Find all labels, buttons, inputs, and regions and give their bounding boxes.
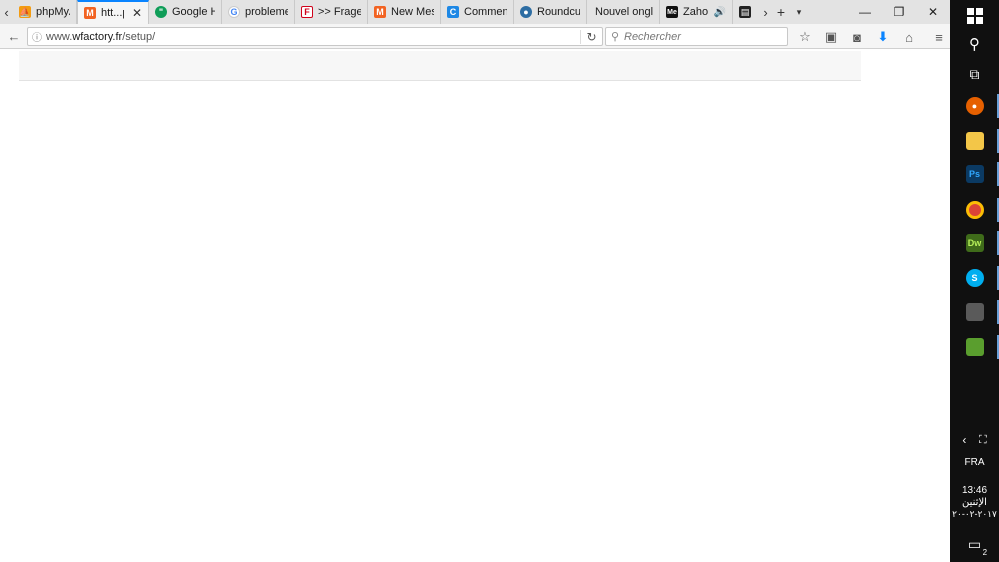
tab-comment[interactable]: C Commen... xyxy=(441,0,514,24)
bookmark-star-icon[interactable]: ☆ xyxy=(792,26,818,48)
network-icon[interactable]: ⛶ xyxy=(979,434,987,447)
tab-strip-spacer xyxy=(808,0,848,24)
zaho-icon: Me xyxy=(666,6,678,18)
browser-window: ‹ ⛵ phpMyA... M htt...p/ ✕ " Google H...… xyxy=(0,0,950,562)
magento-icon: M xyxy=(374,6,386,18)
desktop-screen: ‹ ⛵ phpMyA... M htt...p/ ✕ " Google H...… xyxy=(0,0,999,562)
speaker-icon[interactable]: 🔊 xyxy=(714,7,726,18)
tab-title: >> Frage... xyxy=(318,6,361,18)
notification-icon: ▭ 2 xyxy=(967,535,988,557)
menu-hamburger-icon[interactable]: ≡ xyxy=(926,26,952,48)
skype-icon: S xyxy=(965,269,984,287)
taskbar-app-photoshop[interactable]: Ps xyxy=(950,158,999,190)
clock-time[interactable]: 13:46 xyxy=(950,485,999,496)
taskbar-app-file-explorer[interactable] xyxy=(950,125,999,157)
tab-bookmark[interactable]: ▤ [ xyxy=(733,0,759,24)
tab-title: probleme... xyxy=(245,6,288,18)
tab-zaho[interactable]: Me Zaho ... 🔊 xyxy=(660,0,733,24)
info-icon[interactable]: ⓘ xyxy=(28,29,46,44)
show-hidden-icons-chevron-icon[interactable]: ‹ xyxy=(962,433,966,447)
tab-roundcube[interactable]: ● Roundcu... xyxy=(514,0,587,24)
bookmarks-menu-icon[interactable]: ▣ xyxy=(818,26,844,48)
tab-title: Nouvel onglet xyxy=(595,6,653,18)
taskbar-app-firefox[interactable]: ● xyxy=(950,90,999,122)
page-content xyxy=(0,49,950,562)
phpmyadmin-icon: ⛵ xyxy=(19,6,31,18)
tab-scroll-right-button[interactable]: › xyxy=(759,0,772,24)
frage-icon: F xyxy=(301,6,313,18)
url-text[interactable]: www.wfactory.fr/setup/ xyxy=(46,31,580,43)
roundcube-icon: ● xyxy=(520,6,532,18)
tab-title: Google H... xyxy=(172,6,215,18)
dreamweaver-icon: Dw xyxy=(965,234,984,252)
downloads-icon[interactable]: ⬇ xyxy=(870,26,896,48)
navigation-bar: ← ⓘ www.wfactory.fr/setup/ ↻ ⚲ Recherche… xyxy=(0,24,950,49)
tab-strip: ‹ ⛵ phpMyA... M htt...p/ ✕ " Google H...… xyxy=(0,0,950,24)
clock-day[interactable]: الإثنين xyxy=(950,497,999,508)
tab-phpmyadmin[interactable]: ⛵ phpMyA... xyxy=(13,0,77,24)
address-bar[interactable]: ⓘ www.wfactory.fr/setup/ ↻ xyxy=(27,27,603,46)
clock-date[interactable]: ٢٠١٧-٠٢-٢٠ xyxy=(950,509,999,520)
pocket-icon[interactable]: ◙ xyxy=(844,26,870,48)
action-center-button[interactable]: ▭ 2 xyxy=(950,528,999,560)
taskbar-app-tool[interactable] xyxy=(950,296,999,328)
taskbar-app-chrome[interactable] xyxy=(950,194,999,226)
toolbar-buttons: ☆ ▣ ◙ ⬇ ⌂ ≡ xyxy=(792,26,952,47)
restore-icon[interactable]: ❐ xyxy=(882,0,916,24)
back-arrow-icon[interactable]: ← xyxy=(3,25,25,47)
tab-title: phpMyA... xyxy=(36,6,70,18)
tab-title: New Mes... xyxy=(391,6,434,18)
close-tab-icon[interactable]: ✕ xyxy=(132,6,142,20)
tab-title: htt...p/ xyxy=(101,7,124,19)
system-tray: ‹ ⛶ xyxy=(950,425,999,455)
task-view-icon[interactable]: ⧉ xyxy=(950,58,999,90)
input-language[interactable]: FRA xyxy=(950,457,999,468)
page-header-strip xyxy=(19,51,861,81)
tab-title: Zaho ... xyxy=(683,6,708,18)
home-icon[interactable]: ⌂ xyxy=(896,26,922,48)
google-hangouts-icon: " xyxy=(155,6,167,18)
minimize-icon[interactable]: — xyxy=(848,0,882,24)
tab-title: Roundcu... xyxy=(537,6,580,18)
tool-icon xyxy=(965,303,984,321)
url-host: wfactory.fr xyxy=(72,30,123,43)
taskbar-app-skype[interactable]: S xyxy=(950,262,999,294)
tab-setup[interactable]: M htt...p/ ✕ xyxy=(77,0,149,24)
search-placeholder: Rechercher xyxy=(624,30,681,43)
reload-icon[interactable]: ↻ xyxy=(580,29,602,44)
chrome-icon xyxy=(965,201,984,219)
search-bar[interactable]: ⚲ Rechercher xyxy=(605,27,788,46)
taskbar-app-dreamweaver[interactable]: Dw xyxy=(950,227,999,259)
url-path: /setup/ xyxy=(122,30,156,43)
magento-icon: M xyxy=(84,7,96,19)
tab-new-tab[interactable]: Nouvel onglet xyxy=(587,0,660,24)
tab-frage[interactable]: F >> Frage... xyxy=(295,0,368,24)
close-window-icon[interactable]: ✕ xyxy=(916,0,950,24)
tab-new-message[interactable]: M New Mes... xyxy=(368,0,441,24)
editor-icon xyxy=(965,338,984,356)
new-tab-plus-icon[interactable]: + xyxy=(772,0,790,24)
comment-icon: C xyxy=(447,6,459,18)
firefox-icon: ● xyxy=(965,97,984,115)
file-explorer-icon xyxy=(965,132,984,150)
windows-taskbar: ⚲ ⧉ ● Ps Dw S ‹ ⛶ FRA 13:46 الإثنين ٢٠١٧… xyxy=(950,0,999,562)
google-icon: G xyxy=(228,6,240,18)
url-prefix: www. xyxy=(46,30,73,43)
taskbar-app-editor[interactable] xyxy=(950,331,999,363)
taskbar-search-icon[interactable]: ⚲ xyxy=(950,28,999,60)
photoshop-icon: Ps xyxy=(965,165,984,183)
tab-scroll-left-button[interactable]: ‹ xyxy=(0,0,13,24)
tab-google-hangouts[interactable]: " Google H... xyxy=(149,0,222,24)
bookmark-icon: ▤ xyxy=(739,6,751,18)
search-icon: ⚲ xyxy=(610,31,620,43)
list-all-tabs-icon[interactable]: ▾ xyxy=(790,0,808,24)
tab-google[interactable]: G probleme... xyxy=(222,0,295,24)
notification-count: 2 xyxy=(982,547,988,557)
tab-title: Commen... xyxy=(464,6,507,18)
windows-logo-icon xyxy=(966,8,983,24)
